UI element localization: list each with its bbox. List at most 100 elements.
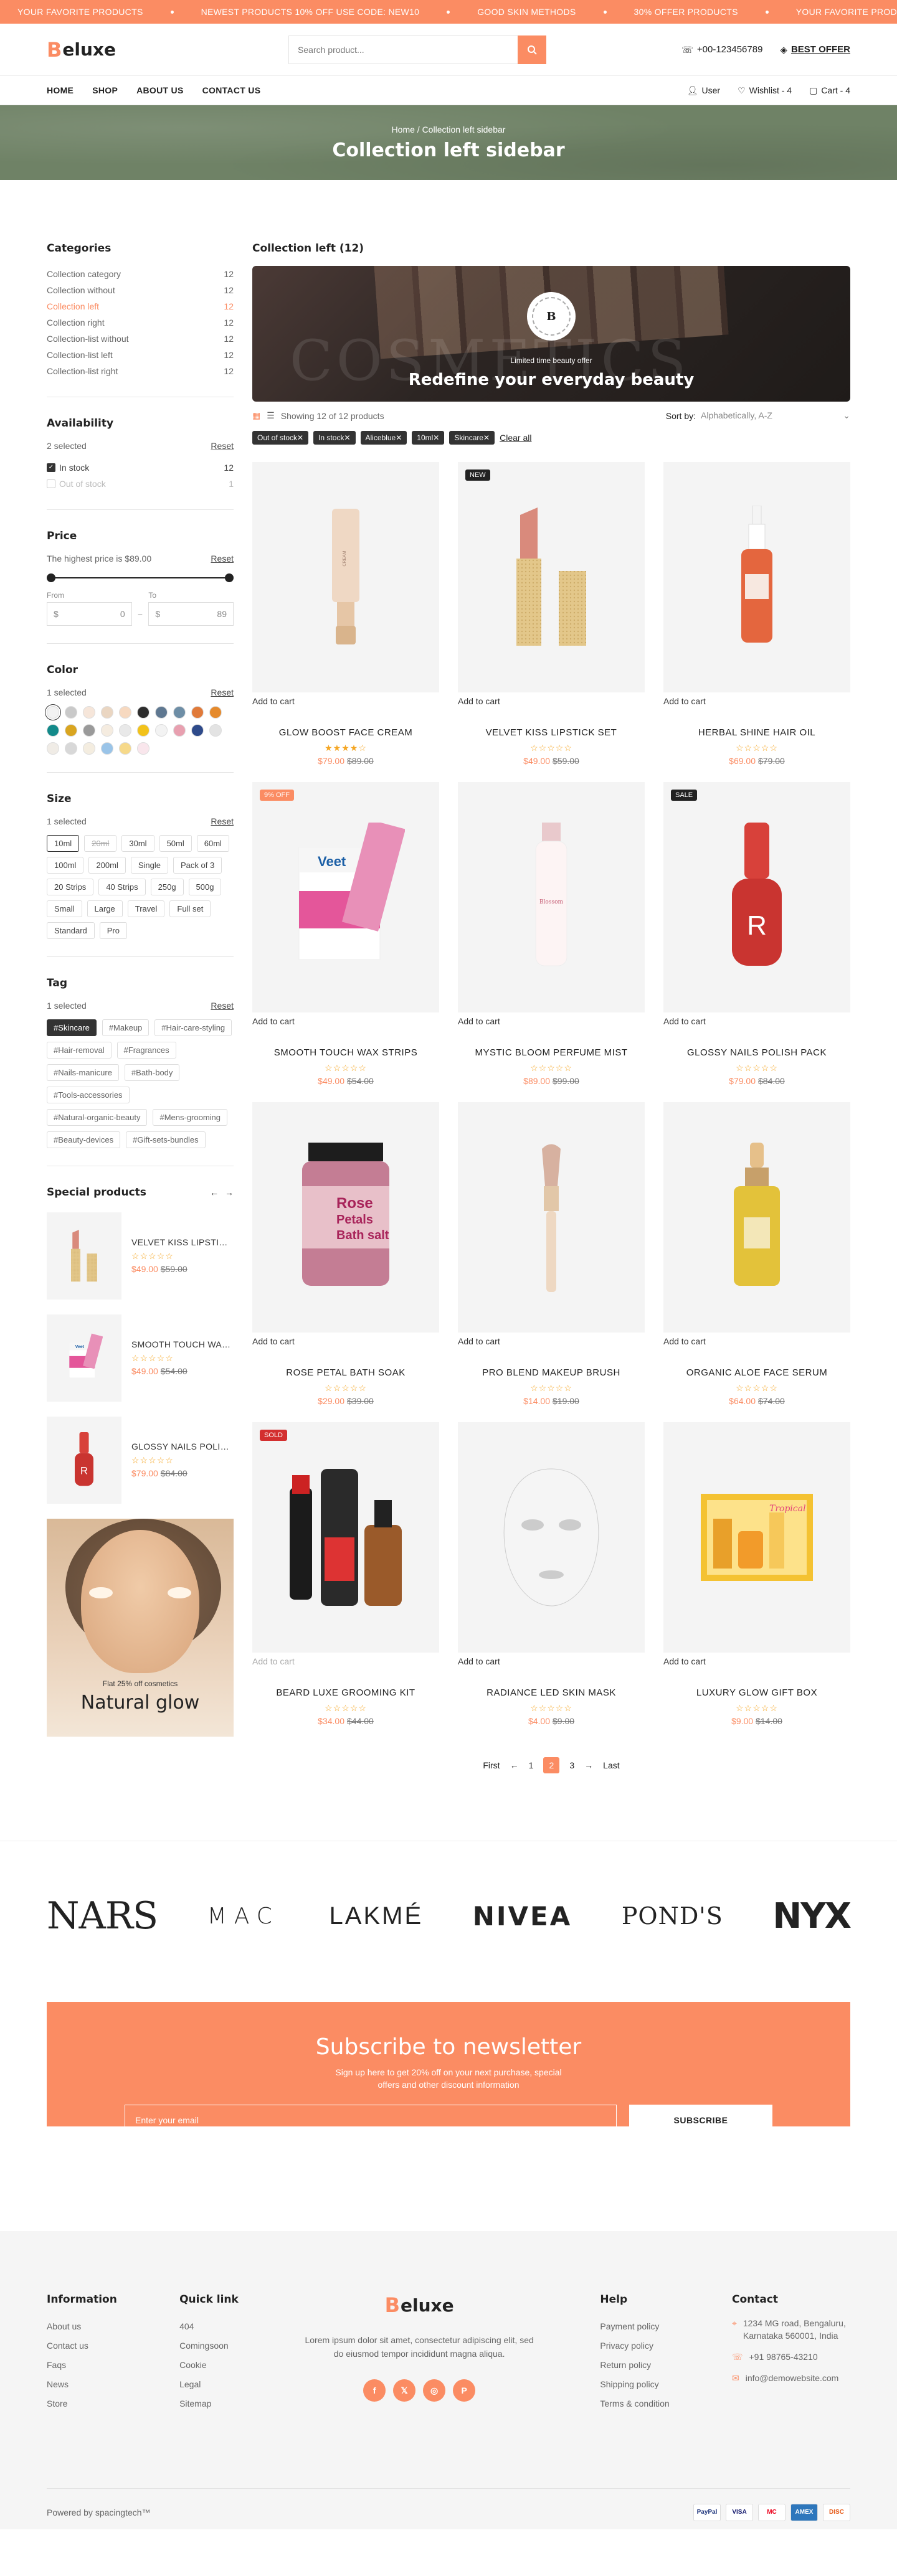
add-to-cart-button[interactable]: Add to cart xyxy=(252,1336,439,1346)
price-slider-min-handle[interactable] xyxy=(47,573,55,582)
product-image[interactable]: CREAM xyxy=(252,462,439,692)
product-name[interactable]: PRO BLEND MAKEUP BRUSH xyxy=(458,1367,645,1378)
brand-logo[interactable]: POND'S xyxy=(622,1902,723,1930)
footer-help-link[interactable]: Shipping policy xyxy=(600,2375,669,2394)
add-to-cart-button[interactable]: Add to cart xyxy=(458,1336,645,1346)
color-swatch[interactable] xyxy=(101,724,113,737)
color-swatch[interactable] xyxy=(191,724,204,737)
price-slider-max-handle[interactable] xyxy=(225,573,234,582)
product-image[interactable] xyxy=(663,1102,850,1333)
product-card[interactable]: Veet 9% OFF Add to cart SMOOTH TOUCH WAX ST… xyxy=(252,782,439,1086)
brand-logo[interactable]: NARS xyxy=(47,1894,158,1938)
product-card[interactable]: SOLD Add to cart BEARD LUXE GROOMING KIT ☆☆… xyxy=(252,1422,439,1726)
brand-logo[interactable]: NIVEA xyxy=(473,1901,572,1932)
color-swatch[interactable] xyxy=(137,742,150,755)
pager-first[interactable]: First xyxy=(483,1760,500,1770)
prev-arrow-icon[interactable]: ← xyxy=(210,1187,219,1197)
nav-link-about-us[interactable]: ABOUT US xyxy=(136,85,184,95)
color-swatch[interactable] xyxy=(65,724,77,737)
size-option[interactable]: Full set xyxy=(169,900,211,917)
nav-link-contact-us[interactable]: CONTACT US xyxy=(202,85,261,95)
size-option[interactable]: 250g xyxy=(150,879,184,895)
color-swatch[interactable] xyxy=(155,724,168,737)
color-swatch[interactable] xyxy=(101,742,113,755)
x-icon[interactable]: 𝕏 xyxy=(393,2379,416,2402)
size-option[interactable]: Travel xyxy=(127,900,165,917)
tag-option[interactable]: #Natural-organic-beauty xyxy=(47,1109,148,1126)
user-link[interactable]: 👤︎ User xyxy=(687,85,720,96)
product-card[interactable]: NEW Add to cart VELVET KISS LIPSTICK SET ☆☆… xyxy=(458,462,645,766)
newsletter-email-input[interactable]: Enter your email xyxy=(125,2105,617,2136)
best-offer-link[interactable]: ◈ BEST OFFER xyxy=(780,44,850,55)
checkbox-icon[interactable]: ✓ xyxy=(47,463,55,472)
product-name[interactable]: ROSE PETAL BATH SOAK xyxy=(252,1367,439,1378)
footer-quick-link[interactable]: Comingsoon xyxy=(179,2336,239,2356)
product-name[interactable]: MYSTIC BLOOM PERFUME MIST xyxy=(458,1047,645,1058)
category-item[interactable]: Collection left 12 xyxy=(47,298,234,314)
product-name[interactable]: ORGANIC ALOE FACE SERUM xyxy=(663,1367,850,1378)
product-card[interactable]: Blossom Add to cart MYSTIC BLOOM PERFUME M… xyxy=(458,782,645,1086)
availability-option[interactable]: Out of stock 1 xyxy=(47,476,234,492)
add-to-cart-button[interactable]: Add to cart xyxy=(663,1016,850,1026)
special-product-name[interactable]: VELVET KISS LIPSTICK SET xyxy=(131,1237,234,1247)
price-reset[interactable]: Reset xyxy=(211,554,234,564)
tag-option[interactable]: #Hair-removal xyxy=(47,1042,112,1059)
product-card[interactable]: Rose Petals Bath salt Add to cart ROSE PETAL… xyxy=(252,1102,439,1406)
special-product-name[interactable]: SMOOTH TOUCH WAX STRIPS xyxy=(131,1339,234,1349)
category-item[interactable]: Collection without 12 xyxy=(47,282,234,298)
size-option[interactable]: 10ml xyxy=(47,835,80,852)
product-image[interactable] xyxy=(663,462,850,692)
add-to-cart-button[interactable]: Add to cart xyxy=(663,696,850,706)
next-arrow-icon[interactable]: → xyxy=(584,1760,593,1770)
size-option[interactable]: 60ml xyxy=(196,835,229,852)
color-swatch[interactable] xyxy=(65,706,77,719)
color-reset[interactable]: Reset xyxy=(211,687,234,697)
product-card[interactable]: Tropical Add to cart LUXURY GLOW GIFT BOX ☆… xyxy=(663,1422,850,1726)
special-product-name[interactable]: GLOSSY NAILS POLISH PACK xyxy=(131,1441,234,1451)
add-to-cart-button[interactable]: Add to cart xyxy=(458,1656,645,1666)
color-swatch[interactable] xyxy=(47,742,59,755)
pager-page[interactable]: 1 xyxy=(529,1760,534,1770)
price-from-input[interactable]: $0 xyxy=(47,602,132,626)
special-product-image[interactable]: R xyxy=(47,1417,121,1504)
category-item[interactable]: Collection right 12 xyxy=(47,314,234,331)
add-to-cart-button[interactable]: Add to cart xyxy=(458,1016,645,1026)
search-button[interactable] xyxy=(518,35,547,64)
size-option[interactable]: Single xyxy=(130,857,168,874)
sidebar-promo-banner[interactable]: Flat 25% off cosmetics Natural glow xyxy=(47,1519,234,1737)
product-card[interactable]: Add to cart HERBAL SHINE HAIR OIL ☆☆☆☆☆ $69… xyxy=(663,462,850,766)
size-option[interactable]: 500g xyxy=(188,879,222,895)
product-name[interactable]: LUXURY GLOW GIFT BOX xyxy=(663,1687,850,1698)
product-card[interactable]: Add to cart RADIANCE LED SKIN MASK ☆☆☆☆☆ $4… xyxy=(458,1422,645,1726)
size-option[interactable]: Pro xyxy=(99,922,127,939)
color-swatch[interactable] xyxy=(83,742,95,755)
prev-arrow-icon[interactable]: ← xyxy=(510,1760,519,1770)
header-phone[interactable]: ☏ +00-123456789 xyxy=(681,44,762,55)
size-option[interactable]: 30ml xyxy=(121,835,154,852)
footer-email[interactable]: info@demowebsite.com xyxy=(746,2372,839,2384)
instagram-icon[interactable]: ◎ xyxy=(423,2379,446,2402)
add-to-cart-button[interactable]: Add to cart xyxy=(663,1656,850,1666)
product-image[interactable]: Veet 9% OFF xyxy=(252,782,439,1012)
product-name[interactable]: HERBAL SHINE HAIR OIL xyxy=(663,727,850,738)
active-filter-chip[interactable]: Aliceblue✕ xyxy=(360,431,407,445)
active-filter-chip[interactable]: Skincare✕ xyxy=(449,431,495,445)
brand-logo[interactable]: LAKMÉ xyxy=(330,1902,424,1930)
nav-link-shop[interactable]: SHOP xyxy=(92,85,118,95)
footer-info-link[interactable]: Store xyxy=(47,2394,117,2413)
category-item[interactable]: Collection-list left 12 xyxy=(47,347,234,363)
facebook-icon[interactable]: f xyxy=(363,2379,386,2402)
color-swatch[interactable] xyxy=(83,724,95,737)
product-card[interactable]: Add to cart PRO BLEND MAKEUP BRUSH ☆☆☆☆☆ $1… xyxy=(458,1102,645,1406)
category-item[interactable]: Collection-list right 12 xyxy=(47,363,234,379)
footer-help-link[interactable]: Payment policy xyxy=(600,2317,669,2336)
footer-logo[interactable]: B eluxe xyxy=(301,2293,538,2317)
product-image[interactable]: SOLD xyxy=(252,1422,439,1653)
size-option[interactable]: Small xyxy=(47,900,82,917)
tag-option[interactable]: #Beauty-devices xyxy=(47,1131,121,1148)
footer-help-link[interactable]: Privacy policy xyxy=(600,2336,669,2356)
next-arrow-icon[interactable]: → xyxy=(225,1187,234,1197)
color-swatch[interactable] xyxy=(83,706,95,719)
footer-quick-link[interactable]: Sitemap xyxy=(179,2394,239,2413)
category-item[interactable]: Collection category 12 xyxy=(47,266,234,282)
